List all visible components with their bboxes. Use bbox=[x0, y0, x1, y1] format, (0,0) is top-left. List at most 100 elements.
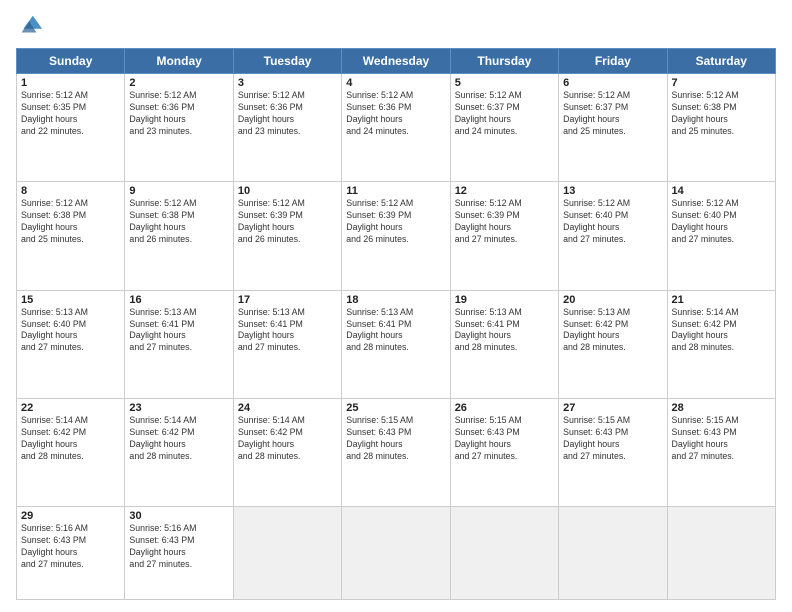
day-number: 9 bbox=[129, 185, 228, 197]
day-info: Sunrise: 5:12 AM Sunset: 6:38 PM Dayligh… bbox=[672, 90, 771, 138]
logo-icon bbox=[16, 12, 44, 40]
day-number: 28 bbox=[672, 402, 771, 414]
page: SundayMondayTuesdayWednesdayThursdayFrid… bbox=[0, 0, 792, 612]
day-info: Sunrise: 5:15 AM Sunset: 6:43 PM Dayligh… bbox=[346, 415, 445, 463]
calendar-cell: 2 Sunrise: 5:12 AM Sunset: 6:36 PM Dayli… bbox=[125, 74, 233, 182]
day-info: Sunrise: 5:12 AM Sunset: 6:40 PM Dayligh… bbox=[672, 198, 771, 246]
day-number: 10 bbox=[238, 185, 337, 197]
day-info: Sunrise: 5:14 AM Sunset: 6:42 PM Dayligh… bbox=[672, 307, 771, 355]
calendar-cell: 16 Sunrise: 5:13 AM Sunset: 6:41 PM Dayl… bbox=[125, 290, 233, 398]
calendar-cell: 13 Sunrise: 5:12 AM Sunset: 6:40 PM Dayl… bbox=[559, 182, 667, 290]
day-info: Sunrise: 5:13 AM Sunset: 6:41 PM Dayligh… bbox=[346, 307, 445, 355]
day-number: 14 bbox=[672, 185, 771, 197]
week-row-1: 8 Sunrise: 5:12 AM Sunset: 6:38 PM Dayli… bbox=[17, 182, 776, 290]
calendar-cell: 29 Sunrise: 5:16 AM Sunset: 6:43 PM Dayl… bbox=[17, 507, 125, 600]
day-info: Sunrise: 5:14 AM Sunset: 6:42 PM Dayligh… bbox=[129, 415, 228, 463]
day-info: Sunrise: 5:13 AM Sunset: 6:41 PM Dayligh… bbox=[238, 307, 337, 355]
day-number: 22 bbox=[21, 402, 120, 414]
day-info: Sunrise: 5:12 AM Sunset: 6:37 PM Dayligh… bbox=[455, 90, 554, 138]
calendar-cell: 12 Sunrise: 5:12 AM Sunset: 6:39 PM Dayl… bbox=[450, 182, 558, 290]
weekday-wednesday: Wednesday bbox=[342, 49, 450, 74]
calendar-cell: 6 Sunrise: 5:12 AM Sunset: 6:37 PM Dayli… bbox=[559, 74, 667, 182]
logo bbox=[16, 12, 48, 40]
day-info: Sunrise: 5:12 AM Sunset: 6:36 PM Dayligh… bbox=[129, 90, 228, 138]
weekday-monday: Monday bbox=[125, 49, 233, 74]
day-info: Sunrise: 5:12 AM Sunset: 6:38 PM Dayligh… bbox=[129, 198, 228, 246]
calendar-cell: 19 Sunrise: 5:13 AM Sunset: 6:41 PM Dayl… bbox=[450, 290, 558, 398]
day-info: Sunrise: 5:12 AM Sunset: 6:35 PM Dayligh… bbox=[21, 90, 120, 138]
header bbox=[16, 12, 776, 40]
calendar-cell: 23 Sunrise: 5:14 AM Sunset: 6:42 PM Dayl… bbox=[125, 399, 233, 507]
day-number: 16 bbox=[129, 294, 228, 306]
weekday-thursday: Thursday bbox=[450, 49, 558, 74]
day-info: Sunrise: 5:15 AM Sunset: 6:43 PM Dayligh… bbox=[672, 415, 771, 463]
calendar-cell bbox=[233, 507, 341, 600]
calendar-cell: 27 Sunrise: 5:15 AM Sunset: 6:43 PM Dayl… bbox=[559, 399, 667, 507]
day-number: 6 bbox=[563, 77, 662, 89]
day-info: Sunrise: 5:12 AM Sunset: 6:37 PM Dayligh… bbox=[563, 90, 662, 138]
day-info: Sunrise: 5:15 AM Sunset: 6:43 PM Dayligh… bbox=[455, 415, 554, 463]
calendar-cell: 30 Sunrise: 5:16 AM Sunset: 6:43 PM Dayl… bbox=[125, 507, 233, 600]
day-number: 12 bbox=[455, 185, 554, 197]
day-info: Sunrise: 5:16 AM Sunset: 6:43 PM Dayligh… bbox=[21, 523, 120, 571]
day-number: 27 bbox=[563, 402, 662, 414]
week-row-3: 22 Sunrise: 5:14 AM Sunset: 6:42 PM Dayl… bbox=[17, 399, 776, 507]
week-row-2: 15 Sunrise: 5:13 AM Sunset: 6:40 PM Dayl… bbox=[17, 290, 776, 398]
calendar-cell: 17 Sunrise: 5:13 AM Sunset: 6:41 PM Dayl… bbox=[233, 290, 341, 398]
day-info: Sunrise: 5:12 AM Sunset: 6:39 PM Dayligh… bbox=[455, 198, 554, 246]
day-number: 18 bbox=[346, 294, 445, 306]
day-number: 15 bbox=[21, 294, 120, 306]
day-number: 8 bbox=[21, 185, 120, 197]
day-info: Sunrise: 5:15 AM Sunset: 6:43 PM Dayligh… bbox=[563, 415, 662, 463]
calendar-cell: 14 Sunrise: 5:12 AM Sunset: 6:40 PM Dayl… bbox=[667, 182, 775, 290]
calendar-cell: 26 Sunrise: 5:15 AM Sunset: 6:43 PM Dayl… bbox=[450, 399, 558, 507]
calendar-cell: 22 Sunrise: 5:14 AM Sunset: 6:42 PM Dayl… bbox=[17, 399, 125, 507]
day-number: 17 bbox=[238, 294, 337, 306]
weekday-saturday: Saturday bbox=[667, 49, 775, 74]
calendar-cell bbox=[450, 507, 558, 600]
day-info: Sunrise: 5:12 AM Sunset: 6:39 PM Dayligh… bbox=[238, 198, 337, 246]
calendar-cell bbox=[559, 507, 667, 600]
day-number: 30 bbox=[129, 510, 228, 522]
day-number: 26 bbox=[455, 402, 554, 414]
calendar-cell: 20 Sunrise: 5:13 AM Sunset: 6:42 PM Dayl… bbox=[559, 290, 667, 398]
day-number: 7 bbox=[672, 77, 771, 89]
week-row-4: 29 Sunrise: 5:16 AM Sunset: 6:43 PM Dayl… bbox=[17, 507, 776, 600]
calendar-body: 1 Sunrise: 5:12 AM Sunset: 6:35 PM Dayli… bbox=[17, 74, 776, 600]
day-info: Sunrise: 5:12 AM Sunset: 6:36 PM Dayligh… bbox=[238, 90, 337, 138]
calendar-cell: 18 Sunrise: 5:13 AM Sunset: 6:41 PM Dayl… bbox=[342, 290, 450, 398]
calendar-cell: 15 Sunrise: 5:13 AM Sunset: 6:40 PM Dayl… bbox=[17, 290, 125, 398]
calendar-cell: 11 Sunrise: 5:12 AM Sunset: 6:39 PM Dayl… bbox=[342, 182, 450, 290]
weekday-sunday: Sunday bbox=[17, 49, 125, 74]
calendar-cell: 1 Sunrise: 5:12 AM Sunset: 6:35 PM Dayli… bbox=[17, 74, 125, 182]
calendar-cell: 21 Sunrise: 5:14 AM Sunset: 6:42 PM Dayl… bbox=[667, 290, 775, 398]
day-number: 29 bbox=[21, 510, 120, 522]
calendar-cell: 9 Sunrise: 5:12 AM Sunset: 6:38 PM Dayli… bbox=[125, 182, 233, 290]
calendar-cell: 24 Sunrise: 5:14 AM Sunset: 6:42 PM Dayl… bbox=[233, 399, 341, 507]
day-info: Sunrise: 5:16 AM Sunset: 6:43 PM Dayligh… bbox=[129, 523, 228, 571]
calendar-cell: 10 Sunrise: 5:12 AM Sunset: 6:39 PM Dayl… bbox=[233, 182, 341, 290]
calendar-cell: 5 Sunrise: 5:12 AM Sunset: 6:37 PM Dayli… bbox=[450, 74, 558, 182]
weekday-tuesday: Tuesday bbox=[233, 49, 341, 74]
day-number: 24 bbox=[238, 402, 337, 414]
calendar-cell bbox=[342, 507, 450, 600]
calendar-cell: 8 Sunrise: 5:12 AM Sunset: 6:38 PM Dayli… bbox=[17, 182, 125, 290]
day-number: 2 bbox=[129, 77, 228, 89]
day-info: Sunrise: 5:13 AM Sunset: 6:41 PM Dayligh… bbox=[455, 307, 554, 355]
day-number: 1 bbox=[21, 77, 120, 89]
day-number: 11 bbox=[346, 185, 445, 197]
day-info: Sunrise: 5:13 AM Sunset: 6:41 PM Dayligh… bbox=[129, 307, 228, 355]
calendar-cell bbox=[667, 507, 775, 600]
day-info: Sunrise: 5:13 AM Sunset: 6:42 PM Dayligh… bbox=[563, 307, 662, 355]
day-number: 4 bbox=[346, 77, 445, 89]
day-number: 5 bbox=[455, 77, 554, 89]
day-info: Sunrise: 5:14 AM Sunset: 6:42 PM Dayligh… bbox=[238, 415, 337, 463]
day-info: Sunrise: 5:12 AM Sunset: 6:38 PM Dayligh… bbox=[21, 198, 120, 246]
day-number: 23 bbox=[129, 402, 228, 414]
day-info: Sunrise: 5:12 AM Sunset: 6:36 PM Dayligh… bbox=[346, 90, 445, 138]
day-info: Sunrise: 5:14 AM Sunset: 6:42 PM Dayligh… bbox=[21, 415, 120, 463]
calendar: SundayMondayTuesdayWednesdayThursdayFrid… bbox=[16, 48, 776, 600]
calendar-cell: 7 Sunrise: 5:12 AM Sunset: 6:38 PM Dayli… bbox=[667, 74, 775, 182]
day-info: Sunrise: 5:13 AM Sunset: 6:40 PM Dayligh… bbox=[21, 307, 120, 355]
weekday-header: SundayMondayTuesdayWednesdayThursdayFrid… bbox=[17, 49, 776, 74]
